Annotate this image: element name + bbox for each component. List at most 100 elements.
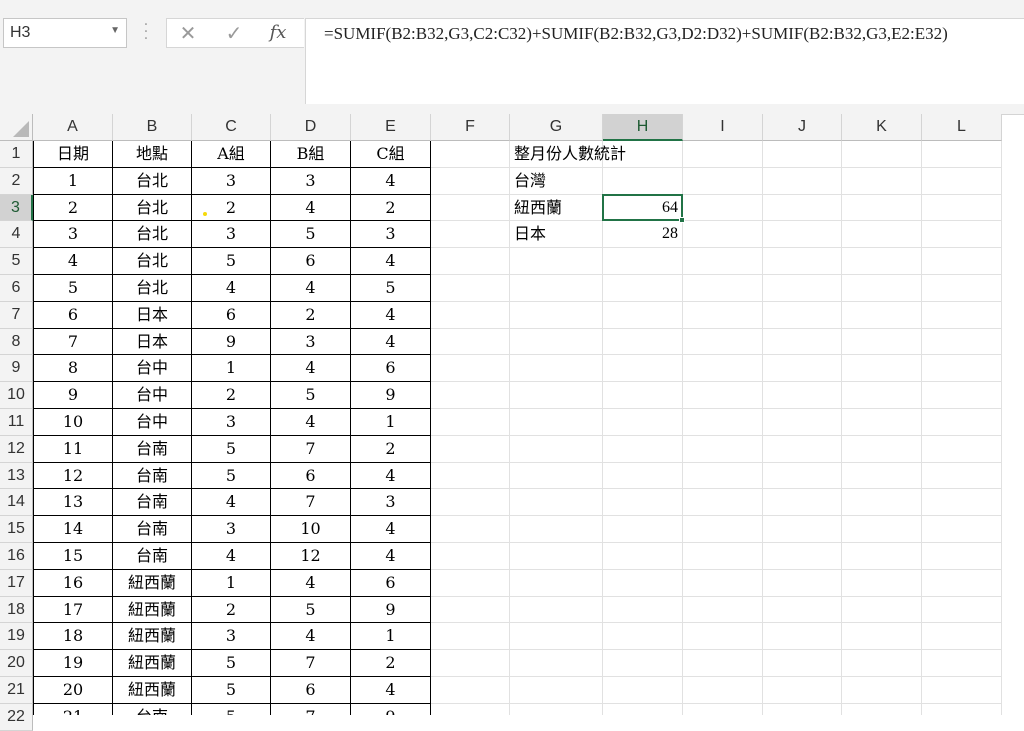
cell[interactable] — [683, 141, 763, 168]
table-cell[interactable]: 1 — [192, 355, 271, 383]
table-cell[interactable]: 6 — [351, 355, 431, 383]
summary-value[interactable]: 64 — [603, 194, 683, 222]
column-header-G[interactable]: G — [510, 114, 603, 141]
table-cell[interactable]: 4 — [351, 167, 431, 195]
cell[interactable] — [922, 275, 1002, 302]
table-cell[interactable]: 2 — [351, 435, 431, 463]
cell[interactable] — [431, 516, 510, 543]
cell[interactable] — [603, 435, 683, 463]
cell[interactable] — [510, 275, 603, 302]
summary-label[interactable]: 紐西蘭 — [510, 194, 603, 222]
cell[interactable] — [922, 409, 1002, 436]
cell[interactable] — [922, 596, 1002, 624]
cell[interactable] — [922, 462, 1002, 490]
cell[interactable] — [922, 355, 1002, 383]
cell[interactable] — [431, 650, 510, 677]
cell[interactable] — [763, 194, 842, 222]
cell[interactable] — [683, 221, 763, 249]
cell[interactable] — [842, 596, 922, 624]
cell[interactable] — [842, 382, 922, 409]
cell[interactable] — [842, 141, 922, 168]
row-header-1[interactable]: 1 — [0, 141, 33, 168]
cell[interactable] — [763, 409, 842, 436]
table-cell[interactable]: 2 — [192, 194, 271, 222]
table-cell[interactable]: 3 — [33, 221, 113, 249]
cell[interactable] — [510, 543, 603, 570]
cell[interactable] — [763, 382, 842, 409]
cell[interactable] — [763, 596, 842, 624]
row-header-20[interactable]: 20 — [0, 650, 33, 677]
cell[interactable] — [922, 489, 1002, 517]
insert-function-icon[interactable]: fx — [263, 21, 293, 45]
cell[interactable] — [510, 382, 603, 409]
cell[interactable] — [763, 328, 842, 356]
table-cell[interactable]: 日本 — [113, 328, 192, 356]
fill-handle[interactable] — [679, 217, 685, 224]
cell[interactable] — [683, 569, 763, 597]
summary-title[interactable]: 整月份人數統計 — [510, 141, 626, 168]
row-header-19[interactable]: 19 — [0, 623, 33, 651]
cell[interactable] — [922, 141, 1002, 168]
summary-value[interactable]: 28 — [603, 221, 683, 249]
cell[interactable] — [431, 194, 510, 222]
cell[interactable] — [922, 382, 1002, 409]
cell[interactable] — [510, 409, 603, 436]
table-cell[interactable]: 6 — [271, 248, 351, 275]
table-cell[interactable]: 台北 — [113, 167, 192, 195]
cell[interactable] — [683, 489, 763, 517]
cell[interactable] — [431, 409, 510, 436]
cell[interactable] — [603, 301, 683, 329]
summary-label[interactable]: 台灣 — [510, 167, 603, 195]
row-header-15[interactable]: 15 — [0, 516, 33, 543]
cell[interactable] — [922, 194, 1002, 222]
cell[interactable] — [763, 462, 842, 490]
cell[interactable] — [683, 435, 763, 463]
cell[interactable] — [842, 543, 922, 570]
cell[interactable] — [603, 489, 683, 517]
table-cell[interactable]: 3 — [351, 221, 431, 249]
cell[interactable] — [603, 596, 683, 624]
table-cell[interactable]: 14 — [33, 516, 113, 543]
cell[interactable] — [683, 462, 763, 490]
table-cell[interactable]: 1 — [192, 569, 271, 597]
table-cell[interactable]: 16 — [33, 569, 113, 597]
table-cell[interactable]: 紐西蘭 — [113, 569, 192, 597]
cell[interactable] — [683, 409, 763, 436]
cell[interactable] — [683, 650, 763, 677]
column-header-H[interactable]: H — [603, 114, 683, 141]
cell[interactable] — [431, 462, 510, 490]
table-cell[interactable]: 5 — [271, 596, 351, 624]
table-cell[interactable]: 3 — [192, 221, 271, 249]
row-header-10[interactable]: 10 — [0, 382, 33, 409]
cell[interactable] — [763, 516, 842, 543]
table-cell[interactable]: 4 — [33, 248, 113, 275]
cell[interactable] — [922, 516, 1002, 543]
cell[interactable] — [510, 328, 603, 356]
cell[interactable] — [922, 328, 1002, 356]
cell[interactable] — [683, 167, 763, 195]
cell[interactable] — [431, 221, 510, 249]
chevron-down-icon[interactable]: ▼ — [110, 25, 120, 36]
table-cell[interactable]: 5 — [192, 650, 271, 677]
formula-input[interactable]: =SUMIF(B2:B32,G3,C2:C32)+SUMIF(B2:B32,G3… — [305, 18, 1024, 104]
table-cell[interactable]: 12 — [271, 543, 351, 570]
cell[interactable] — [683, 516, 763, 543]
table-cell[interactable]: 6 — [271, 677, 351, 704]
table-cell[interactable]: 台中 — [113, 409, 192, 436]
table-cell[interactable]: 9 — [33, 382, 113, 409]
cell[interactable] — [431, 623, 510, 651]
cell[interactable] — [431, 275, 510, 302]
cell[interactable] — [510, 489, 603, 517]
table-cell[interactable]: 4 — [271, 623, 351, 651]
cell[interactable] — [763, 543, 842, 570]
table-cell[interactable]: 紐西蘭 — [113, 650, 192, 677]
cell[interactable] — [603, 623, 683, 651]
table-cell[interactable]: 5 — [192, 677, 271, 704]
table-cell[interactable]: 2 — [351, 194, 431, 222]
row-header-22[interactable]: 22 — [0, 703, 33, 731]
cell[interactable] — [603, 382, 683, 409]
cell[interactable] — [842, 248, 922, 275]
table-cell[interactable]: 5 — [192, 435, 271, 463]
cell[interactable] — [431, 141, 510, 168]
table-cell[interactable]: 9 — [351, 382, 431, 409]
